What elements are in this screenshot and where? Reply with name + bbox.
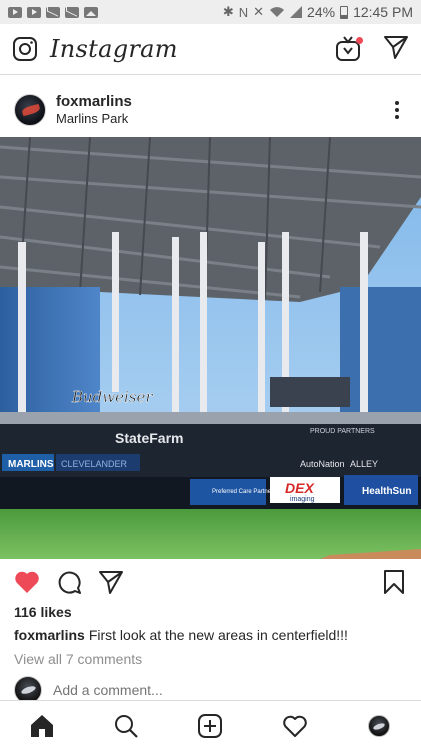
sign-statefarm: StateFarm [115,430,183,446]
caption-username[interactable]: foxmarlins [14,627,85,643]
sign-cleveland: CLEVELANDER [61,459,128,469]
sign-budweiser: Budweiser [71,388,153,406]
sign-alley: ALLEY [350,459,378,469]
search-icon [115,714,139,738]
home-icon [31,714,54,737]
comment-bubble-icon [58,571,81,594]
youtube-notification-icon [8,6,22,18]
marlins-logo-icon [21,103,41,117]
sign-preferred: Preferred Care Partners [212,489,276,495]
wifi-icon [270,7,285,17]
post-header: foxmarlins Marlins Park [0,85,421,135]
photo-notification-icon [84,6,98,18]
sign-dex: DEX [285,480,315,496]
nav-search[interactable] [104,704,148,748]
save-button[interactable] [379,567,409,597]
stadium-photo: Budweiser StateFarm MARLINS CLEVELANDER … [0,137,421,559]
sign-proud-partners: PROUD PARTNERS [310,428,375,435]
post-photo[interactable]: Budweiser StateFarm MARLINS CLEVELANDER … [0,137,421,559]
more-options-button[interactable] [387,95,407,125]
dot [395,101,399,105]
battery-icon [340,5,349,19]
avatar [367,714,390,737]
app-header: Instagram [0,24,421,75]
notification-icons [8,6,98,18]
comment-input[interactable] [53,682,353,698]
video-notification-icon [27,6,41,18]
app-logo: Instagram [50,35,178,63]
plus-square-icon [198,713,223,738]
comment-button[interactable] [54,567,84,597]
nfc-icon: N [238,4,249,20]
sign-marlins: MARLINS [8,459,54,470]
share-button[interactable] [96,567,126,597]
camera-icon[interactable] [12,36,38,62]
system-indicators: ✱ N ✕ 24% 12:45 PM [223,4,413,20]
sign-healthsun: HealthSun [362,486,411,497]
like-button[interactable] [12,567,42,597]
bottom-nav [0,700,421,750]
post-username[interactable]: foxmarlins [56,93,387,111]
sign-dex-sub: imaging [290,496,315,503]
nav-profile[interactable] [357,704,401,748]
view-all-comments-link[interactable]: View all 7 comments [14,651,142,667]
dot [395,108,399,112]
post-caption: foxmarlins First look at the new areas in… [14,627,348,643]
avatar[interactable] [14,94,46,126]
nav-activity[interactable] [273,704,317,748]
sign-autonation: AutoNation [300,459,345,469]
nav-home[interactable] [20,704,64,748]
heart-outline-icon [282,715,307,737]
paper-plane-icon [99,571,123,594]
post-actions [0,562,421,602]
nav-new-post[interactable] [188,704,232,748]
battery-percent: 24% [307,4,336,20]
mail-notification-icon [46,6,60,18]
status-bar: ✱ N ✕ 24% 12:45 PM [0,0,421,24]
caption-text: First look at the new areas in centerfie… [88,627,348,643]
heart-filled-icon [15,571,39,593]
signal-icon [290,6,303,18]
clock: 12:45 PM [353,4,413,20]
igtv-button[interactable] [335,36,363,62]
direct-message-button[interactable] [383,34,409,65]
post-location[interactable]: Marlins Park [56,111,387,127]
like-count[interactable]: 116 likes [14,604,72,620]
bookmark-icon [384,570,404,594]
bluetooth-icon: ✱ [222,4,234,19]
notification-dot [356,37,363,44]
email-notification-icon [65,6,79,18]
paper-plane-icon [384,35,408,59]
mute-icon: ✕ [253,4,265,19]
dot [395,115,399,119]
